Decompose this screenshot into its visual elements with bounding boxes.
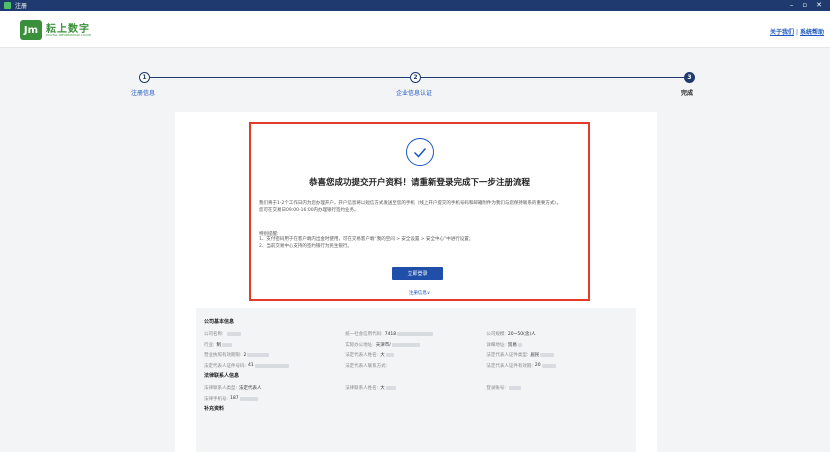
about-us-link[interactable]: 关于我们 — [770, 29, 794, 36]
logo-subtitle: DIGITAL INFORMATION CLOUD — [46, 33, 92, 37]
field-label: 公司名称: — [204, 332, 224, 338]
registration-details: 公司基本信息 公司名称: 统一社会信用代码: 7418 公司规模: 20~50(含)… — [196, 308, 636, 452]
field-value: 2 — [243, 352, 247, 358]
field-value: 20~50(含)人 — [507, 332, 536, 338]
maximize-button[interactable]: ▫ — [802, 2, 807, 9]
field-label: 营业执照有效期限: — [204, 353, 242, 359]
field-label: 实际办公地址: — [345, 342, 374, 348]
field-label: 公司规模: — [486, 332, 506, 338]
field-value: 20 — [534, 363, 541, 369]
info-line: 您可在交易日09:00-16:00内办理银行签约业务。 — [259, 207, 359, 213]
window-titlebar: 注册 – ▫ ✕ — [0, 0, 830, 11]
info-row: 营业执照有效期限: 2 法定代表人姓名: 大 法定代表人证件类型: 居民 — [204, 350, 628, 361]
info-row: 法律联系人类型: 法定代表人 法律联系人姓名: 大 登录账号: — [204, 383, 628, 394]
field-value: 法定代表人 — [239, 386, 262, 392]
field-value: 7418 — [384, 331, 397, 337]
field-label: 行业: — [204, 342, 215, 348]
step-1-circle: 1 — [139, 72, 150, 83]
tips-list: 1、支付密码用于在客户端内出金时使用，可在交易客户端“我的空间 > 安全设置 >… — [259, 237, 581, 250]
progress-steps: 1 2 3 注册信息 企业信息认证 完成 — [0, 72, 830, 102]
app-icon — [4, 2, 11, 9]
window-title: 注册 — [15, 3, 28, 10]
field-label: 法定代表人联系方式: — [345, 363, 388, 369]
company-section-title: 公司基本信息 — [204, 319, 235, 325]
step-3-label: 完成 — [681, 90, 694, 97]
close-button[interactable]: ✕ — [816, 2, 822, 9]
field-label: 法律联系人类型: — [204, 386, 238, 392]
app-header: Jm 耘上数字 DIGITAL INFORMATION CLOUD 关于我们 | 系… — [0, 11, 830, 48]
field-label: 法定代表人证件有效期: — [486, 363, 533, 369]
step-1-label: 注册信息 — [131, 90, 156, 97]
info-line: 我们将于1-2个工作日内为您办理开户，开户信息将以短信方式发送至您的手机（线上开… — [259, 201, 562, 206]
field-label: 法律手机号: — [204, 396, 229, 402]
field-value: 制 — [216, 342, 222, 348]
field-value: 187 — [230, 396, 239, 402]
field-label: 详细地址: — [486, 342, 506, 348]
logo-icon: Jm — [20, 20, 42, 40]
field-value: 居民 — [530, 353, 540, 359]
tip-item: 2、当前交易中心支持的签约银行为民生银行。 — [259, 243, 352, 249]
info-row: 行业: 制 实际办公地址: 天津市/ 详细地址: 贸易 — [204, 340, 628, 351]
field-value: 41 — [248, 363, 254, 369]
field-label: 法律联系人姓名: — [345, 386, 379, 392]
register-info-toggle[interactable]: 注册信息∨ — [251, 290, 588, 296]
info-text: 我们将于1-2个工作日内为您办理开户，开户信息将以短信方式发送至您的手机（线上开… — [259, 201, 581, 214]
supplement-section-title: 补充资料 — [204, 406, 225, 412]
minimize-button[interactable]: – — [790, 2, 794, 9]
info-row: 法律手机号: 187 — [204, 394, 628, 405]
field-label: 登录账号: — [486, 386, 506, 392]
field-label: 法定代表人证件类型: — [486, 353, 529, 359]
contact-section-title: 法律联系人信息 — [204, 373, 240, 379]
field-value: 大 — [380, 386, 385, 392]
field-value: 贸易 — [507, 342, 517, 348]
step-2-circle: 2 — [410, 72, 421, 83]
system-help-link[interactable]: 系统帮助 — [800, 29, 824, 36]
success-title: 恭喜您成功提交开户资料！请重新登录完成下一步注册流程 — [308, 178, 530, 188]
login-now-button[interactable]: 立即登录 — [392, 267, 443, 280]
field-value: 大 — [380, 353, 385, 359]
info-row: 法定代表人证件号码: 41 法定代表人联系方式: 法定代表人证件有效期: 20 — [204, 361, 628, 372]
field-label: 统一社会信用代码: — [345, 332, 383, 338]
main-card: 恭喜您成功提交开户资料！请重新登录完成下一步注册流程 我们将于1-2个工作日内为… — [175, 112, 657, 452]
info-row: 公司名称: 统一社会信用代码: 7418 公司规模: 20~50(含)人 — [204, 329, 628, 340]
step-line — [421, 77, 684, 78]
step-line — [150, 77, 410, 78]
step-2-label: 企业信息认证 — [396, 90, 433, 97]
success-check-icon — [406, 138, 434, 166]
field-label: 法定代表人姓名: — [345, 353, 379, 359]
field-value: 天津市/ — [375, 342, 391, 348]
field-label: 法定代表人证件号码: — [204, 363, 247, 369]
success-panel: 恭喜您成功提交开户资料！请重新登录完成下一步注册流程 我们将于1-2个工作日内为… — [249, 122, 590, 301]
step-3-circle: 3 — [684, 72, 695, 83]
